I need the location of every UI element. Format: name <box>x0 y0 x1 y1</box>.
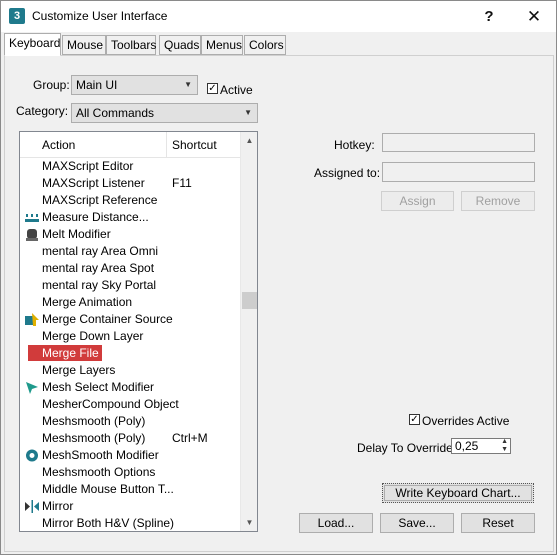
action-name: MAXScript Listener <box>42 176 145 190</box>
action-name: mental ray Area Omni <box>42 244 159 258</box>
action-name: Mirror <box>42 499 74 513</box>
list-item[interactable]: MesherCompound Object <box>20 396 240 413</box>
list-item[interactable]: Mirror <box>20 498 240 515</box>
action-name: mental ray Sky Portal <box>42 278 157 292</box>
shortcut-value: Ctrl+M <box>172 431 208 445</box>
mirror-icon <box>24 499 40 514</box>
action-name: MeshSmooth Modifier <box>42 448 159 462</box>
reset-button[interactable]: Reset <box>461 513 535 533</box>
list-item[interactable]: MAXScript Listener F11 <box>20 175 240 192</box>
list-item[interactable]: Mirror Both H&V (Spline) <box>20 515 240 532</box>
chevron-down-icon: ▼ <box>244 108 252 117</box>
list-item[interactable]: mental ray Area Omni <box>20 243 240 260</box>
assigned-to-field <box>382 162 535 182</box>
tab-toolbars[interactable]: Toolbars <box>106 35 156 55</box>
action-name: Meshsmooth (Poly) <box>42 414 146 428</box>
delay-value: 0,25 <box>455 439 479 453</box>
merge-container-icon <box>24 312 40 327</box>
group-value: Main UI <box>76 78 118 92</box>
list-item[interactable]: mental ray Area Spot <box>20 260 240 277</box>
scroll-thumb[interactable] <box>242 292 257 309</box>
column-divider[interactable] <box>166 132 167 158</box>
list-item[interactable]: mental ray Sky Portal <box>20 277 240 294</box>
overrides-active-label: Overrides Active <box>422 414 510 428</box>
action-name: Middle Mouse Button T... <box>42 482 174 496</box>
action-name: Melt Modifier <box>42 227 111 241</box>
assigned-to-label: Assigned to: <box>314 166 381 180</box>
list-item[interactable]: Measure Distance... <box>20 209 240 226</box>
list-item[interactable]: Merge Animation <box>20 294 240 311</box>
spinner-arrows-icon[interactable]: ▲ ▼ <box>501 438 508 454</box>
list-item[interactable]: Meshsmooth Options <box>20 464 240 481</box>
app-icon: 3 <box>9 8 25 24</box>
list-item[interactable]: Merge File <box>20 345 240 362</box>
list-item[interactable]: Meshsmooth (Poly) <box>20 413 240 430</box>
action-name: Merge Container Source <box>42 312 173 326</box>
category-dropdown[interactable]: All Commands ▼ <box>71 103 258 123</box>
action-name: Meshsmooth Options <box>42 465 156 479</box>
group-label: Group: <box>33 78 70 92</box>
active-checkbox[interactable]: ✓ <box>207 83 218 94</box>
list-item[interactable]: Mesh Select Modifier <box>20 379 240 396</box>
action-list[interactable]: Action Shortcut MAXScript Editor MAXScrip… <box>19 131 258 532</box>
shortcut-value: F11 <box>172 176 192 190</box>
action-name: Mirror Both H&V (Spline) <box>42 516 175 530</box>
active-label: Active <box>220 83 253 97</box>
column-header-action[interactable]: Action <box>42 138 75 152</box>
load-button[interactable]: Load... <box>299 513 373 533</box>
delay-spinner[interactable]: 0,25 ▲ ▼ <box>451 438 511 454</box>
assign-button[interactable]: Assign <box>381 191 454 211</box>
list-item[interactable]: Meshsmooth (Poly) Ctrl+M <box>20 430 240 447</box>
help-button[interactable]: ? <box>467 5 511 29</box>
column-header-shortcut[interactable]: Shortcut <box>172 138 217 152</box>
list-item[interactable]: Middle Mouse Button T... <box>20 481 240 498</box>
list-item[interactable]: Merge Layers <box>20 362 240 379</box>
remove-button[interactable]: Remove <box>461 191 535 211</box>
scroll-up-icon[interactable]: ▲ <box>241 132 258 149</box>
measure-distance-icon <box>24 210 40 225</box>
action-name: MAXScript Reference <box>42 193 158 207</box>
tab-menus[interactable]: Menus <box>201 35 243 55</box>
melt-modifier-icon <box>24 227 40 242</box>
write-keyboard-chart-button[interactable]: Write Keyboard Chart... <box>382 483 534 503</box>
list-item[interactable]: Melt Modifier <box>20 226 240 243</box>
save-button[interactable]: Save... <box>380 513 454 533</box>
action-name: MAXScript Editor <box>42 159 134 173</box>
tab-quads[interactable]: Quads <box>159 35 201 55</box>
chevron-down-icon: ▼ <box>184 80 192 89</box>
hotkey-field[interactable] <box>382 133 535 152</box>
action-name: MesherCompound Object <box>42 397 179 411</box>
action-name: Mesh Select Modifier <box>42 380 155 394</box>
tab-mouse[interactable]: Mouse <box>62 35 106 55</box>
title-bar: 3 Customize User Interface ? ✕ <box>1 1 556 32</box>
category-label: Category: <box>16 104 69 118</box>
action-name: Merge Animation <box>42 295 133 309</box>
action-name: mental ray Area Spot <box>42 261 155 275</box>
hotkey-label: Hotkey: <box>334 138 375 152</box>
category-value: All Commands <box>76 106 155 120</box>
list-item[interactable]: Merge Container Source <box>20 311 240 328</box>
tab-colors[interactable]: Colors <box>244 35 286 55</box>
close-button[interactable]: ✕ <box>512 5 556 29</box>
window-title: Customize User Interface <box>32 9 168 23</box>
mesh-select-icon <box>24 380 40 395</box>
list-item[interactable]: MAXScript Editor <box>20 158 240 175</box>
action-name: Measure Distance... <box>42 210 149 224</box>
action-name: Merge Layers <box>42 363 116 377</box>
overrides-active-checkbox[interactable]: ✓ <box>409 414 420 425</box>
action-name: Merge File <box>28 345 102 361</box>
list-item[interactable]: MAXScript Reference <box>20 192 240 209</box>
list-header: Action Shortcut <box>20 132 240 158</box>
list-item[interactable]: Merge Down Layer <box>20 328 240 345</box>
action-name: Merge Down Layer <box>42 329 144 343</box>
action-name: Meshsmooth (Poly) <box>42 431 146 445</box>
scroll-down-icon[interactable]: ▼ <box>241 514 258 531</box>
delay-label: Delay To Override: <box>357 441 457 455</box>
group-dropdown[interactable]: Main UI ▼ <box>71 75 198 95</box>
tab-keyboard[interactable]: Keyboard <box>4 33 61 56</box>
customize-ui-dialog: 3 Customize User Interface ? ✕ Keyboard … <box>0 0 557 555</box>
meshsmooth-modifier-icon <box>24 448 40 463</box>
list-item[interactable]: MeshSmooth Modifier <box>20 447 240 464</box>
list-scrollbar[interactable]: ▲ ▼ <box>240 132 257 531</box>
